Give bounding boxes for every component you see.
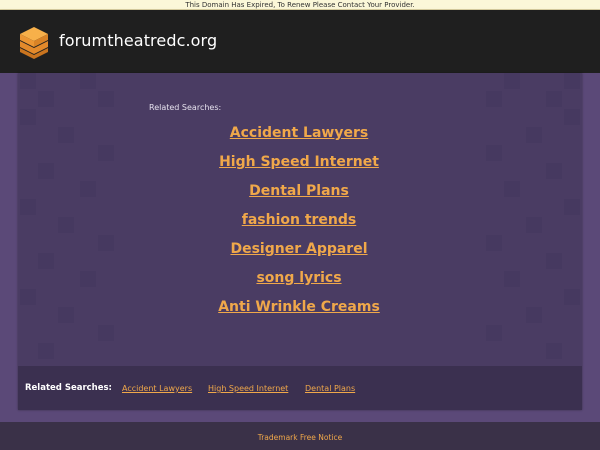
bar-link-accident-lawyers[interactable]: Accident Lawyers (122, 383, 192, 394)
decorative-pattern-right (482, 73, 582, 365)
bar-link-dental-plans[interactable]: Dental Plans (305, 383, 355, 394)
related-searches-bar: Related Searches: Accident Lawyers High … (18, 366, 582, 410)
page-footer: Trademark Free Notice (0, 422, 600, 450)
site-header: forumtheatredc.org (0, 10, 600, 73)
related-search-list: Accident Lawyers High Speed Internet Den… (140, 121, 458, 324)
bar-link-high-speed-internet[interactable]: High Speed Internet (208, 383, 288, 394)
related-link-high-speed-internet[interactable]: High Speed Internet (219, 154, 379, 170)
related-link-fashion-trends[interactable]: fashion trends (242, 212, 357, 228)
domain-expired-notice: This Domain Has Expired, To Renew Please… (0, 0, 600, 10)
logo-svg (20, 27, 48, 59)
list-item: song lyrics (140, 266, 458, 295)
related-link-song-lyrics[interactable]: song lyrics (256, 270, 341, 286)
layered-hex-logo-icon[interactable] (18, 25, 50, 61)
related-link-designer-apparel[interactable]: Designer Apparel (230, 241, 367, 257)
list-item: fashion trends (140, 208, 458, 237)
list-item: Dental Plans (140, 179, 458, 208)
related-searches-label: Related Searches: (149, 103, 222, 112)
trademark-notice-link[interactable]: Trademark Free Notice (0, 433, 600, 442)
list-item: Anti Wrinkle Creams (140, 295, 458, 324)
list-item: Accident Lawyers (140, 121, 458, 150)
related-link-accident-lawyers[interactable]: Accident Lawyers (230, 125, 368, 141)
related-link-dental-plans[interactable]: Dental Plans (249, 183, 349, 199)
decorative-pattern-left (18, 73, 118, 365)
list-item: Designer Apparel (140, 237, 458, 266)
related-link-anti-wrinkle-creams[interactable]: Anti Wrinkle Creams (218, 299, 380, 315)
list-item: High Speed Internet (140, 150, 458, 179)
domain-name[interactable]: forumtheatredc.org (59, 30, 217, 52)
related-searches-bar-title: Related Searches: (25, 383, 112, 393)
